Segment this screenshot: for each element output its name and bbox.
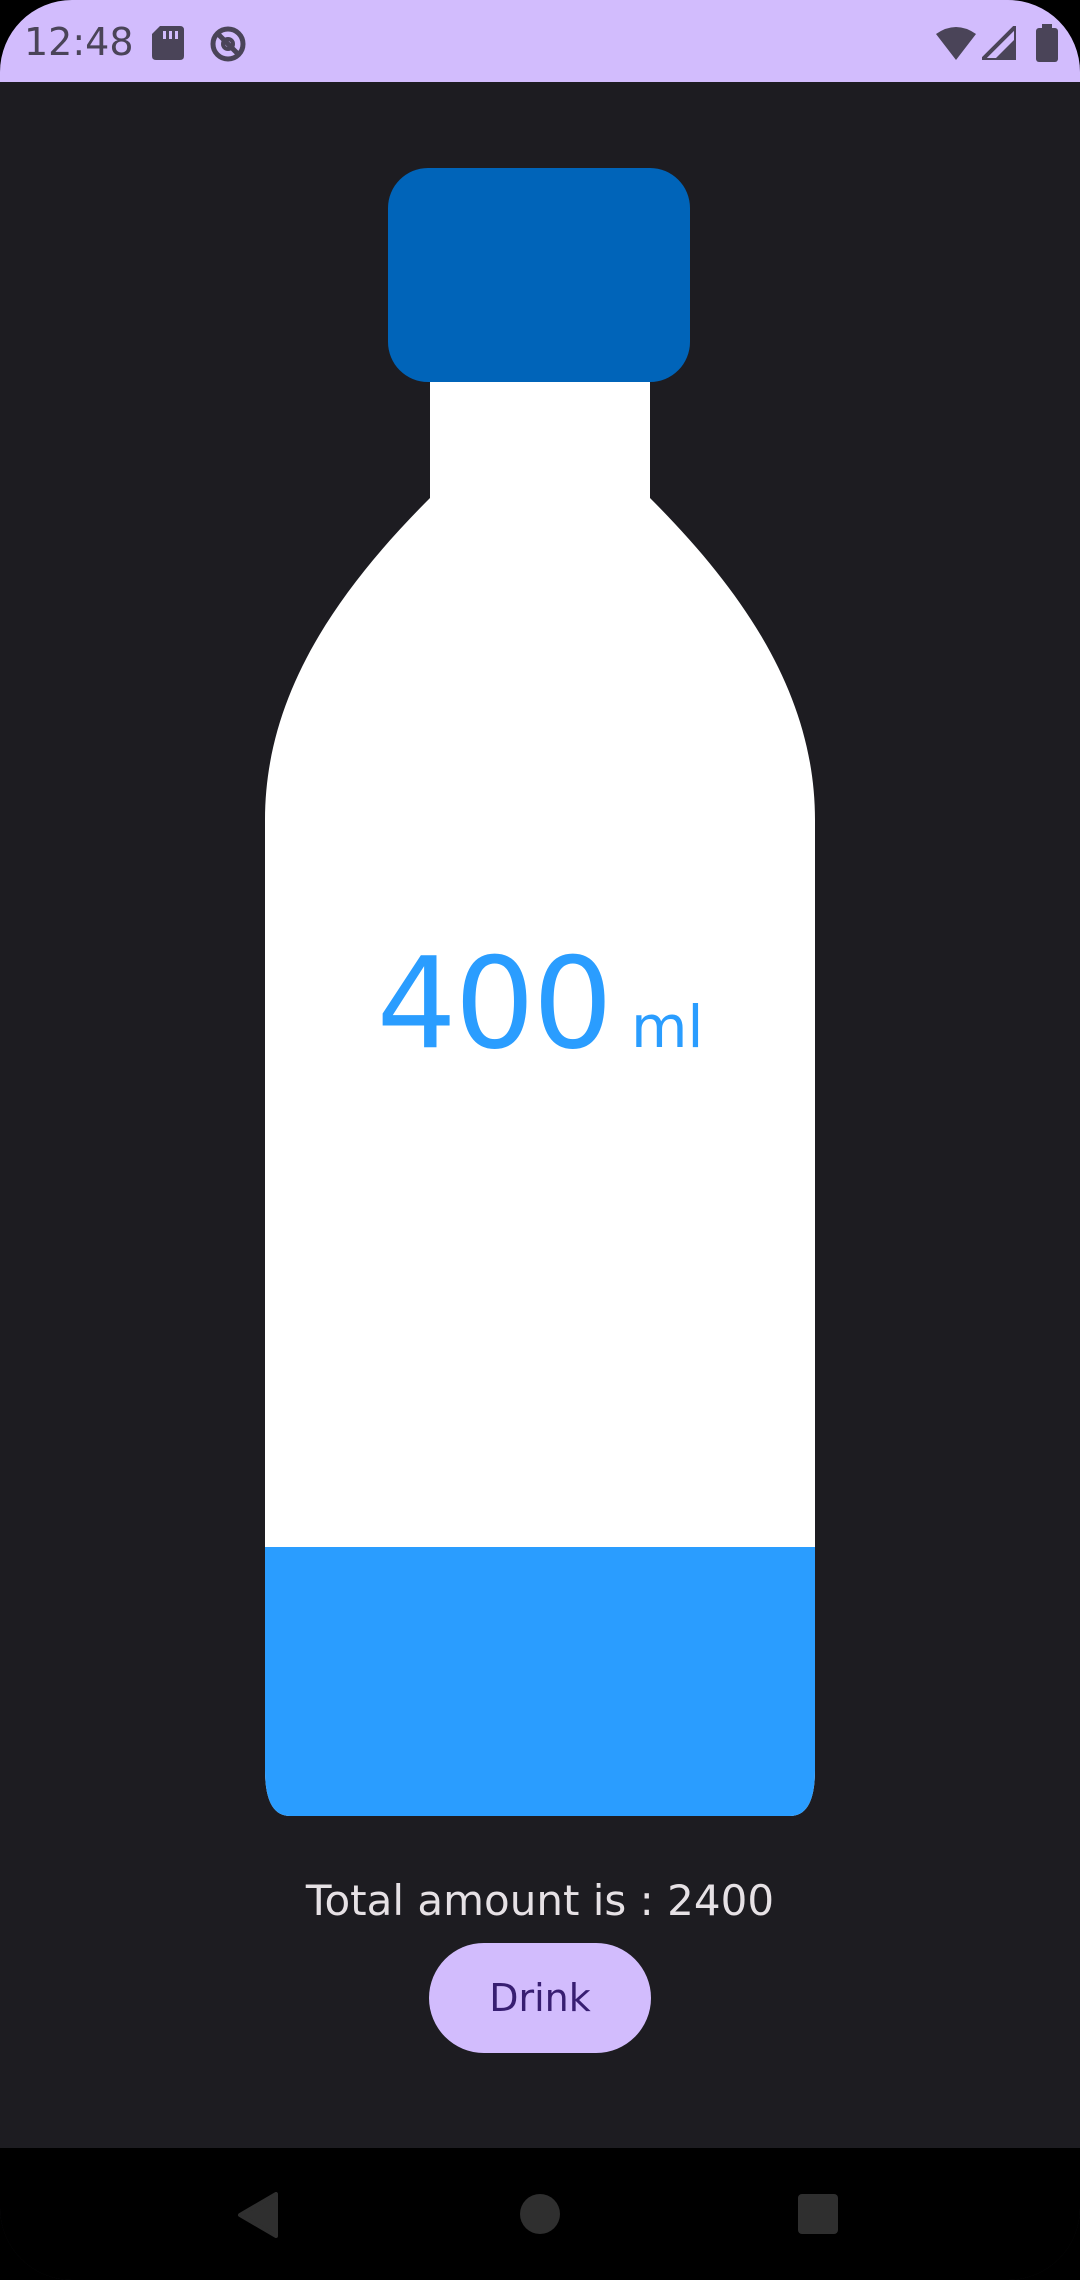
recents-icon[interactable] [796,2192,840,2241]
current-amount-display: 400 ml [0,930,1080,1077]
current-amount-unit: ml [630,993,704,1061]
total-amount-label: Total amount is : 2400 [305,1876,775,1925]
drink-button[interactable]: Drink [429,1943,651,2053]
bottle-cap [388,168,690,382]
back-icon[interactable] [236,2192,280,2243]
water-fill [265,1547,815,1816]
home-icon[interactable] [518,2192,562,2241]
current-amount-value: 400 [376,930,612,1077]
app-screen: 12:48 400 ml Total amount is: 2400 Drin… [0,0,1080,2280]
navigation-bar [0,2148,1080,2280]
